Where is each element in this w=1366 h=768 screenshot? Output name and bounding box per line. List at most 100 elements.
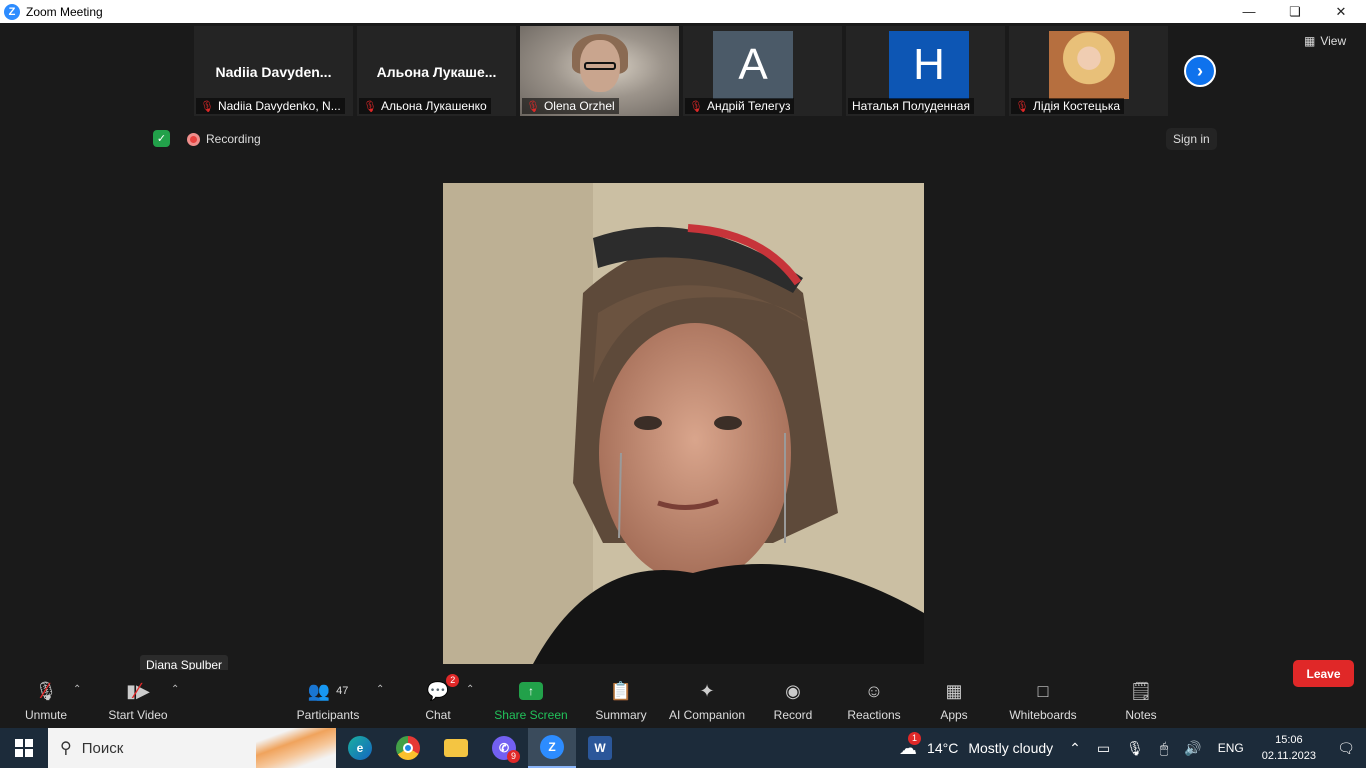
chat-button[interactable]: 💬 2 Chat	[418, 670, 460, 728]
clock-time: 15:06	[1275, 734, 1303, 746]
participant-label: Лідія Костецька	[1032, 99, 1121, 113]
taskbar-clock[interactable]: 15:06 02.11.2023	[1252, 732, 1326, 764]
participant-label: Olena Orzhel	[543, 99, 615, 113]
participant-nameplate: 🎙 Андрій Телегуз	[685, 98, 795, 114]
participant-nameplate: Наталья Полуденная	[848, 98, 974, 114]
participant-tile[interactable]: H Наталья Полуденная	[846, 26, 1005, 116]
next-page-button[interactable]: ›	[1184, 55, 1216, 87]
share-screen-button[interactable]: ↑ Share Screen	[494, 670, 568, 728]
active-speaker-photo	[443, 183, 924, 664]
participant-tile[interactable]: A 🎙 Андрій Телегуз	[683, 26, 842, 116]
speaker-portrait	[443, 183, 924, 664]
minimize-button[interactable]: —	[1226, 0, 1272, 23]
chat-badge: 2	[446, 674, 460, 687]
mic-muted-icon: 🎙	[200, 100, 214, 113]
cloud-icon: ☁ 1	[899, 731, 922, 759]
whiteboard-icon: □	[1037, 680, 1049, 701]
mic-muted-icon: 🎙	[689, 100, 703, 113]
share-screen-icon: ↑	[519, 678, 543, 704]
search-highlight-art	[256, 728, 336, 768]
volume-icon[interactable]: 🔊	[1176, 740, 1209, 757]
network-icon[interactable]: 🖱	[1152, 740, 1176, 757]
mic-muted-icon: 🎙	[1015, 100, 1029, 113]
language-indicator[interactable]: ENG	[1210, 741, 1252, 755]
notes-button[interactable]: 🗒 Notes	[1120, 670, 1162, 728]
participant-nameplate: 🎙 Olena Orzhel	[522, 98, 619, 114]
search-placeholder: Поиск	[81, 739, 124, 757]
participant-nameplate: 🎙 Nadiia Davydenko, N...	[196, 98, 345, 114]
chrome-taskbar-icon[interactable]	[384, 728, 432, 768]
ai-companion-button[interactable]: ✦ AI Companion	[666, 670, 748, 728]
participant-tile[interactable]: 🎙 Лідія Костецька	[1009, 26, 1168, 116]
record-icon: ◉	[785, 680, 801, 701]
participants-button[interactable]: 👥 47 Participants	[294, 670, 362, 728]
shield-icon[interactable]: ✓	[153, 130, 170, 147]
taskbar-search[interactable]: ⚲ Поиск	[48, 728, 336, 768]
close-button[interactable]: ✕	[1318, 0, 1364, 23]
participants-count: 47	[336, 685, 349, 697]
camera-off-icon: ▮▶ ∕	[126, 678, 150, 703]
mic-muted-icon: 🎙	[526, 100, 540, 113]
record-button[interactable]: ◉ Record	[770, 670, 816, 728]
sign-in-button[interactable]: Sign in	[1166, 128, 1217, 150]
battery-icon[interactable]: ▭	[1089, 740, 1118, 757]
start-video-button[interactable]: ▮▶ ∕ Start Video	[104, 670, 172, 728]
viber-taskbar-icon[interactable]: ✆ 9	[480, 728, 528, 768]
participant-big-name: Nadiia Davyden...	[215, 64, 332, 80]
temperature: 14°C	[927, 740, 959, 756]
video-options-caret-icon[interactable]: ⌃	[171, 684, 179, 695]
viber-badge: 9	[506, 750, 520, 763]
clock-date: 02.11.2023	[1261, 750, 1316, 762]
restore-button[interactable]: ❏	[1272, 0, 1318, 23]
mic-off-icon: 🎙 ∕	[34, 678, 58, 703]
edge-taskbar-icon[interactable]: e	[336, 728, 384, 768]
summary-button[interactable]: 📋 Summary	[592, 670, 650, 728]
word-taskbar-icon[interactable]: W	[576, 728, 624, 768]
participant-tile[interactable]: 🎙 Olena Orzhel	[520, 26, 679, 116]
zoom-taskbar-icon[interactable]: Z	[528, 728, 576, 768]
chevron-right-icon: ›	[1197, 60, 1203, 81]
window-title: Zoom Meeting	[26, 4, 103, 19]
participant-big-name: Альона Лукаше...	[376, 64, 497, 80]
system-tray: ☁ 1 14°C Mostly cloudy ⌃ ▭ 🎙 🖱 🔊 ENG 15:0…	[891, 728, 1366, 768]
avatar	[1049, 31, 1129, 99]
microphone-icon[interactable]: 🎙	[1118, 740, 1152, 757]
participants-icon: 👥 47	[307, 680, 349, 701]
sparkle-icon: ✦	[699, 680, 715, 701]
participant-tile[interactable]: Альона Лукаше... 🎙 Альона Лукашенко	[357, 26, 516, 116]
chat-options-caret-icon[interactable]: ⌃	[466, 684, 474, 695]
participant-tile[interactable]: Nadiia Davyden... 🎙 Nadiia Davydenko, N..…	[194, 26, 353, 116]
reactions-button[interactable]: ☺ Reactions	[844, 670, 904, 728]
recording-indicator[interactable]: Recording	[187, 132, 261, 146]
windows-start-button[interactable]	[0, 728, 48, 768]
zoom-app-icon: Z	[4, 3, 20, 20]
audio-options-caret-icon[interactable]: ⌃	[73, 684, 81, 695]
participant-label: Альона Лукашенко	[380, 99, 487, 113]
weather-widget[interactable]: ☁ 1 14°C Mostly cloudy	[891, 731, 1061, 759]
participant-nameplate: 🎙 Альона Лукашенко	[359, 98, 491, 114]
apps-icon: ▦	[945, 680, 963, 701]
apps-button[interactable]: ▦ Apps	[936, 670, 972, 728]
summary-icon: 📋	[609, 680, 633, 701]
whiteboards-button[interactable]: □ Whiteboards	[1006, 670, 1080, 728]
record-dot-icon	[187, 132, 200, 146]
chat-icon: 💬 2	[427, 674, 460, 704]
meeting-area: Nadiia Davyden... 🎙 Nadiia Davydenko, N..…	[0, 23, 1366, 728]
weather-badge: 1	[908, 731, 922, 745]
leave-button[interactable]: Leave	[1293, 660, 1354, 687]
participant-label: Nadiia Davydenko, N...	[217, 99, 341, 113]
notes-icon: 🗒	[1129, 680, 1153, 701]
weather-text: Mostly cloudy	[968, 740, 1054, 756]
notifications-icon[interactable]: 🗨	[1326, 740, 1366, 757]
participant-label: Наталья Полуденная	[852, 99, 970, 113]
file-explorer-taskbar-icon[interactable]	[432, 728, 480, 768]
participants-options-caret-icon[interactable]: ⌃	[376, 684, 384, 695]
grid-icon: ▦	[1304, 34, 1316, 48]
search-icon: ⚲	[60, 740, 72, 757]
smiley-icon: ☺	[864, 680, 884, 701]
unmute-button[interactable]: 🎙 ∕ Unmute	[18, 670, 74, 728]
mic-muted-icon: 🎙	[363, 100, 377, 113]
avatar: A	[713, 31, 793, 99]
view-button[interactable]: ▦ View	[1304, 34, 1346, 48]
show-hidden-icons-button[interactable]: ⌃	[1061, 740, 1089, 757]
